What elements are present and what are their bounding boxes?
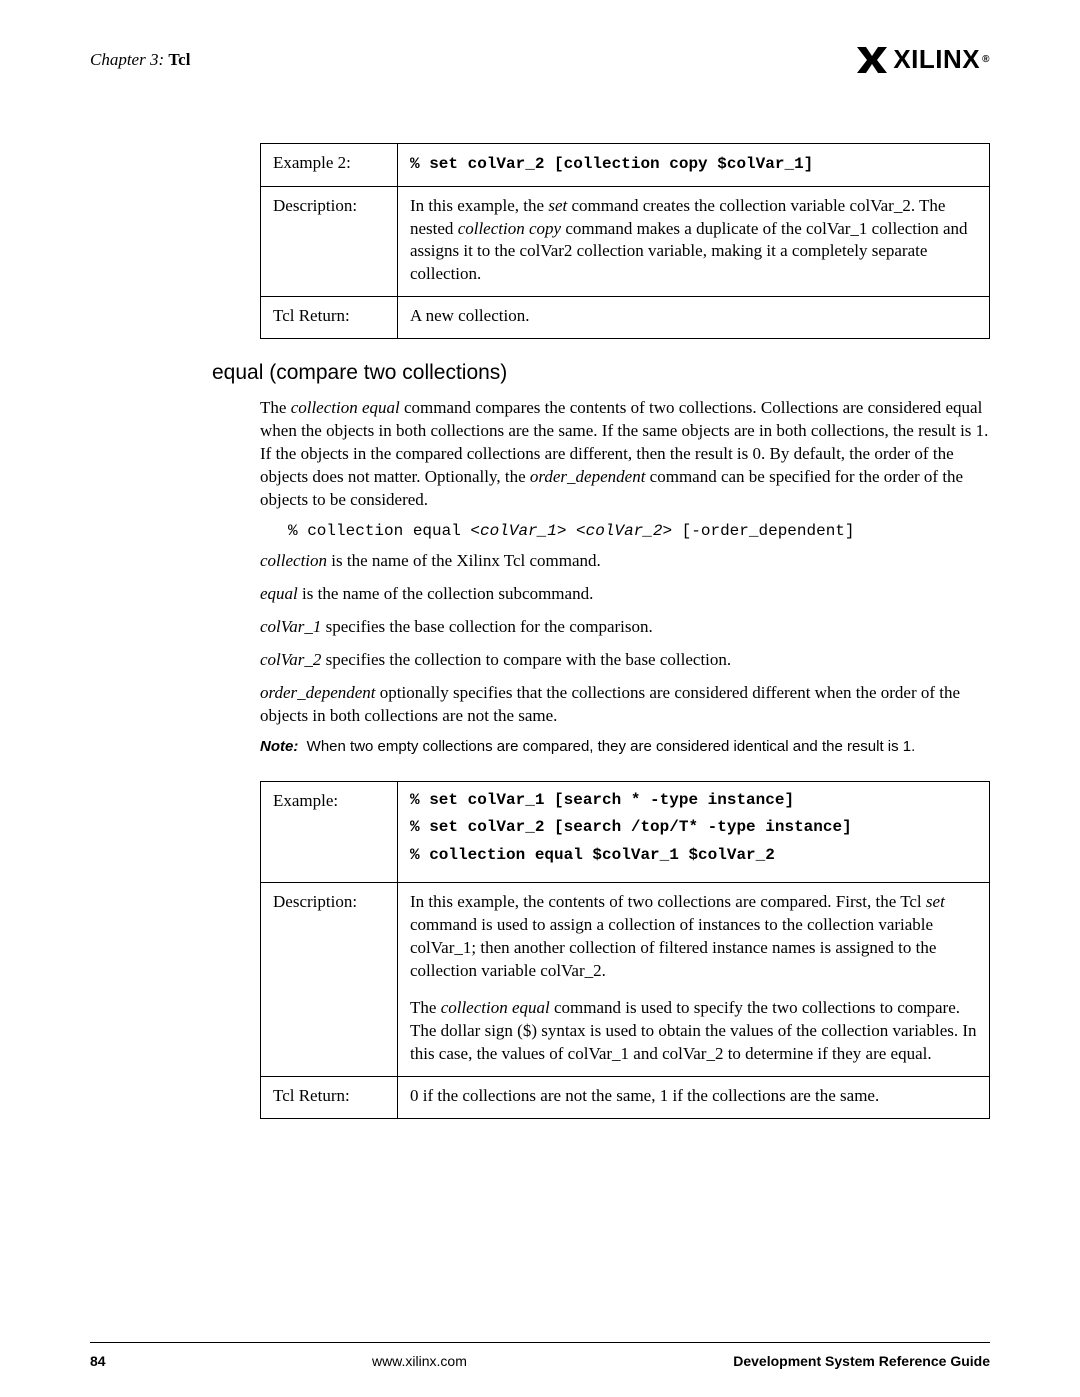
- paragraph: equal is the name of the collection subc…: [260, 583, 990, 606]
- em: set: [926, 892, 945, 911]
- paragraph: colVar_2 specifies the collection to com…: [260, 649, 990, 672]
- em: collection copy: [458, 219, 561, 238]
- em: set: [548, 196, 567, 215]
- note: Note: When two empty collections are com…: [260, 738, 990, 755]
- registered-mark: ®: [982, 54, 990, 65]
- row-label: Description:: [261, 186, 398, 297]
- em: colVar_1: [260, 617, 321, 636]
- example-table-1: Example 2: % set colVar_2 [collection co…: [260, 143, 990, 339]
- example-table-2: Example: % set colVar_1 [search * -type …: [260, 781, 990, 1119]
- code-line: % set colVar_1 [search * -type instance]: [410, 790, 977, 812]
- em: colVar_2: [260, 650, 321, 669]
- text: In this example, the contents of two col…: [410, 892, 926, 911]
- footer-link[interactable]: www.xilinx.com: [372, 1353, 467, 1369]
- text: specifies the base collection for the co…: [321, 617, 652, 636]
- syntax-line: % collection equal <colVar_1> <colVar_2>…: [288, 522, 990, 540]
- em: order_dependent: [260, 683, 376, 702]
- row-label: Tcl Return:: [261, 1076, 398, 1118]
- code-line: % set colVar_2 [search /top/T* -type ins…: [410, 817, 977, 839]
- text: specifies the collection to compare with…: [321, 650, 731, 669]
- table-row: Tcl Return: A new collection.: [261, 297, 990, 339]
- chapter-name: Tcl: [168, 50, 190, 69]
- footer-rule: [90, 1342, 990, 1343]
- table-row: Example: % set colVar_1 [search * -type …: [261, 781, 990, 883]
- page-number: 84: [90, 1353, 106, 1369]
- paragraph: order_dependent optionally specifies tha…: [260, 682, 990, 728]
- logo-text: XILINX: [893, 44, 980, 75]
- code: % set colVar_2 [collection copy $colVar_…: [410, 155, 813, 173]
- desc-para: The collection equal command is used to …: [410, 997, 977, 1066]
- xilinx-logo: XILINX ®: [857, 44, 990, 75]
- row-label: Example:: [261, 781, 398, 883]
- text: is the name of the collection subcommand…: [298, 584, 594, 603]
- row-value: A new collection.: [398, 297, 990, 339]
- em: colVar_2: [586, 522, 663, 540]
- em: collection equal: [441, 998, 550, 1017]
- note-text: When two empty collections are compared,…: [307, 738, 916, 755]
- text: > <: [557, 522, 586, 540]
- section-heading: equal (compare two collections): [212, 361, 990, 385]
- footer-guide: Development System Reference Guide: [733, 1353, 990, 1369]
- text: % collection equal <: [288, 522, 480, 540]
- text: > [-order_dependent]: [662, 522, 854, 540]
- row-value: In this example, the contents of two col…: [398, 883, 990, 1077]
- row-value: % set colVar_1 [search * -type instance]…: [398, 781, 990, 883]
- chapter-prefix: Chapter 3:: [90, 50, 164, 69]
- text: command is used to assign a collection o…: [410, 915, 936, 980]
- main-content: Example 2: % set colVar_2 [collection co…: [260, 143, 990, 1119]
- row-label: Description:: [261, 883, 398, 1077]
- paragraph: collection is the name of the Xilinx Tcl…: [260, 550, 990, 573]
- note-label: Note:: [260, 738, 298, 755]
- paragraph: The collection equal command compares th…: [260, 397, 990, 512]
- code-block: % set colVar_1 [search * -type instance]…: [410, 790, 977, 867]
- chapter-label: Chapter 3: Tcl: [90, 50, 190, 70]
- page-header: Chapter 3: Tcl XILINX ®: [90, 44, 990, 75]
- xilinx-logo-icon: [857, 47, 887, 73]
- desc-para: In this example, the contents of two col…: [410, 891, 977, 983]
- page-footer: 84 www.xilinx.com Development System Ref…: [90, 1353, 990, 1369]
- row-value: % set colVar_2 [collection copy $colVar_…: [398, 144, 990, 187]
- em: collection equal: [291, 398, 400, 417]
- text: The: [410, 998, 441, 1017]
- code-line: % collection equal $colVar_1 $colVar_2: [410, 845, 977, 867]
- table-row: Description: In this example, the conten…: [261, 883, 990, 1077]
- text: The: [260, 398, 291, 417]
- footer-url[interactable]: www.xilinx.com: [372, 1353, 467, 1369]
- row-label: Tcl Return:: [261, 297, 398, 339]
- text: In this example, the: [410, 196, 548, 215]
- em: collection: [260, 551, 327, 570]
- table-row: Description: In this example, the set co…: [261, 186, 990, 297]
- em: colVar_1: [480, 522, 557, 540]
- row-value: 0 if the collections are not the same, 1…: [398, 1076, 990, 1118]
- em: order_dependent: [530, 467, 646, 486]
- paragraph: colVar_1 specifies the base collection f…: [260, 616, 990, 639]
- text: is the name of the Xilinx Tcl command.: [327, 551, 601, 570]
- row-label: Example 2:: [261, 144, 398, 187]
- table-row: Tcl Return: 0 if the collections are not…: [261, 1076, 990, 1118]
- table-row: Example 2: % set colVar_2 [collection co…: [261, 144, 990, 187]
- row-value: In this example, the set command creates…: [398, 186, 990, 297]
- em: equal: [260, 584, 298, 603]
